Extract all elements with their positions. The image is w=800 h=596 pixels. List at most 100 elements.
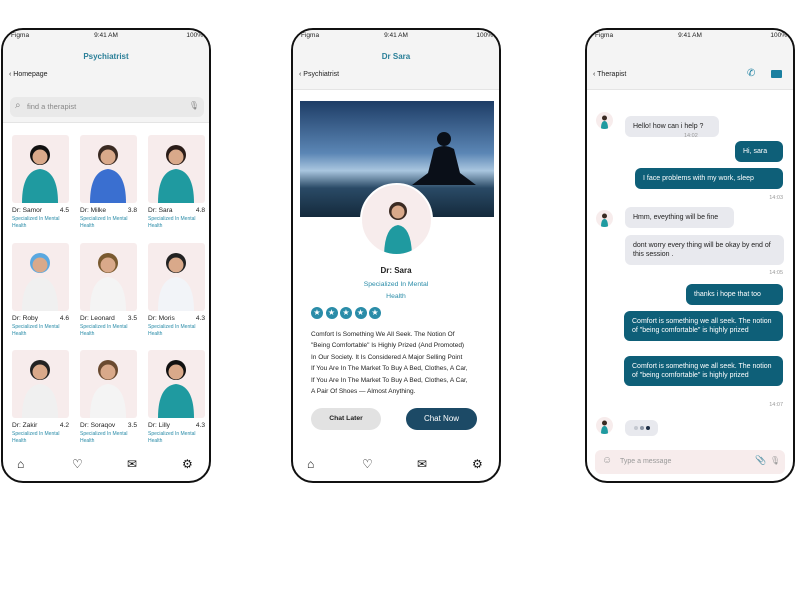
message-timestamp: 14:03 (769, 195, 783, 201)
specialization-line2: Health (386, 293, 406, 300)
back-button[interactable]: ‹ Psychiatrist (299, 71, 339, 78)
chat-later-button[interactable]: Chat Later (311, 408, 381, 430)
doctor-profile-screen: Figma 9:41 AM 100% Dr Sara ‹ Psychiatrist … (291, 28, 501, 483)
time: 9:41 AM (384, 32, 408, 39)
bottom-nav: ⌂ ♡ ✉ ⚙ (3, 457, 209, 477)
emoji-icon[interactable]: ☺ (602, 455, 612, 466)
received-message: Hello! how can i help ? (625, 116, 719, 137)
doctor-name: Dr: Sara (380, 266, 412, 275)
doctor-photo (12, 243, 69, 311)
mic-icon[interactable]: 🎙 (770, 456, 780, 465)
doctor-name: Dr: Zakir (12, 422, 38, 429)
star-icon: ★ (311, 307, 323, 319)
video-call-icon[interactable] (771, 70, 782, 78)
star-icon: ★ (325, 307, 338, 319)
bio-line: A Pair Of Shoes — Almost Anything. (311, 388, 416, 396)
received-message: Hmm, eveything will be fine (625, 207, 734, 228)
back-button[interactable]: ‹ Therapist (593, 71, 626, 78)
status-bar: Figma 9:41 AM 100% (587, 32, 793, 41)
back-label: Therapist (597, 71, 627, 78)
back-label: Psychiatrist (303, 71, 340, 78)
specialization-line1: Specialized In Mental (363, 281, 429, 288)
gear-icon[interactable]: ⚙ (182, 457, 193, 471)
doctor-name: Dr: Samor (12, 207, 43, 214)
messages-icon[interactable]: ✉ (127, 457, 137, 471)
doctor-rating: 4.2 (59, 422, 69, 429)
home-icon[interactable]: ⌂ (17, 457, 24, 471)
star-icon: ★ (369, 307, 381, 319)
message-timestamp: 14:05 (769, 270, 783, 276)
star-icon: ★ (354, 307, 367, 319)
header: Figma 9:41 AM 100% Dr Sara ‹ Psychiatrist (293, 30, 499, 90)
message-placeholder: Type a message (620, 458, 672, 465)
page-title: Dr Sara (381, 52, 411, 61)
doctor-name: Dr: Roby (12, 315, 39, 322)
doctor-name: Dr: Sara (148, 207, 173, 214)
sent-message: thanks i hope that too (686, 284, 783, 305)
doctor-photo (12, 350, 69, 418)
attach-icon[interactable]: 📎 (755, 455, 766, 466)
doctor-specialization: Specialized In Mental Health (80, 431, 128, 444)
therapist-avatar (596, 112, 613, 129)
messages-icon[interactable]: ✉ (417, 457, 427, 471)
therapist-avatar (596, 417, 613, 434)
header: Figma 9:41 AM 100% Psychiatrist ‹ Homepage… (3, 30, 209, 123)
heart-icon[interactable]: ♡ (72, 457, 83, 471)
gear-icon[interactable]: ⚙ (472, 457, 483, 471)
doctor-name: Dr: Soraqov (80, 422, 116, 429)
search-placeholder: find a therapist (27, 102, 77, 111)
doctor-specialization: Specialized In Mental Health (148, 216, 196, 229)
search-icon: ⌕ (15, 100, 21, 111)
doctor-name: Dr: Milke (80, 207, 107, 214)
sent-message: Hi, sara (735, 141, 783, 162)
doctor-specialization: Specialized In Mental Health (80, 324, 128, 337)
home-icon[interactable]: ⌂ (307, 457, 314, 471)
chat-screen: Figma 9:41 AM 100% ‹ Therapist ✆ Hello! ho… (585, 28, 795, 483)
battery: 100% (476, 32, 493, 39)
bio-line: If You Are In The Market To Buy A Bed, C… (311, 365, 468, 373)
doctor-photo (148, 350, 205, 418)
typing-indicator (625, 420, 658, 436)
status-bar: Figma 9:41 AM 100% (293, 32, 499, 41)
battery: 100% (770, 32, 787, 39)
bio-line: Comfort Is Something We All Seek. The No… (311, 331, 455, 338)
doctor-rating: 3.5 (127, 315, 137, 322)
page-title: Psychiatrist (83, 52, 129, 61)
doctor-photo (80, 135, 137, 203)
doctor-photo (80, 350, 137, 418)
battery: 100% (186, 32, 203, 39)
chat-now-button[interactable]: Chat Now (406, 408, 477, 430)
doctor-photo (80, 243, 137, 311)
doctor-rating: 4.5 (59, 207, 69, 214)
doctor-avatar (360, 183, 433, 256)
time: 9:41 AM (678, 32, 702, 39)
message-timestamp: 14:07 (769, 402, 783, 408)
message-timestamp: 14:02 (684, 133, 698, 139)
doctor-specialization: Specialized In Mental Health (12, 324, 60, 337)
search-input[interactable]: ⌕ find a therapist 🎙 (10, 97, 204, 117)
sent-message: I face problems with my work, sleep (635, 168, 783, 189)
doctor-photo (148, 135, 205, 203)
doctor-rating: 3.5 (127, 422, 137, 429)
doctor-name: Dr: Leonard (80, 315, 115, 322)
phone-icon[interactable]: ✆ (747, 68, 755, 79)
doctor-specialization: Specialized In Mental Health (12, 431, 60, 444)
star-icon: ★ (340, 307, 352, 319)
mic-icon[interactable]: 🎙 (189, 101, 199, 110)
time: 9:41 AM (94, 32, 118, 39)
doctor-specialization: Specialized In Mental Health (148, 324, 196, 337)
doctor-rating: 4.3 (195, 422, 205, 429)
heart-icon[interactable]: ♡ (362, 457, 373, 471)
doctor-rating: 4.3 (195, 315, 205, 322)
doctor-bio: Comfort Is Something We All Seek. The No… (311, 329, 468, 397)
doctor-specialization: Specialized In Mental Health (12, 216, 60, 229)
bio-line: "Being Comfortable" Is Highly Prized (An… (311, 342, 465, 350)
doctor-name: Dr: Lilly (148, 422, 170, 429)
sent-message: Comfort is something we all seek. The no… (624, 356, 783, 386)
back-button[interactable]: ‹ Homepage (9, 71, 48, 78)
bottom-nav: ⌂ ♡ ✉ ⚙ (293, 457, 499, 477)
received-message: dont worry every thing will be okay by e… (625, 235, 784, 265)
message-input[interactable]: ☺ Type a message 📎 🎙 (595, 450, 785, 474)
bio-line: If You Are In The Market To Buy A Bed, C… (311, 376, 468, 384)
bio-line: In Our Society. It Is Considered A Major… (311, 353, 463, 361)
